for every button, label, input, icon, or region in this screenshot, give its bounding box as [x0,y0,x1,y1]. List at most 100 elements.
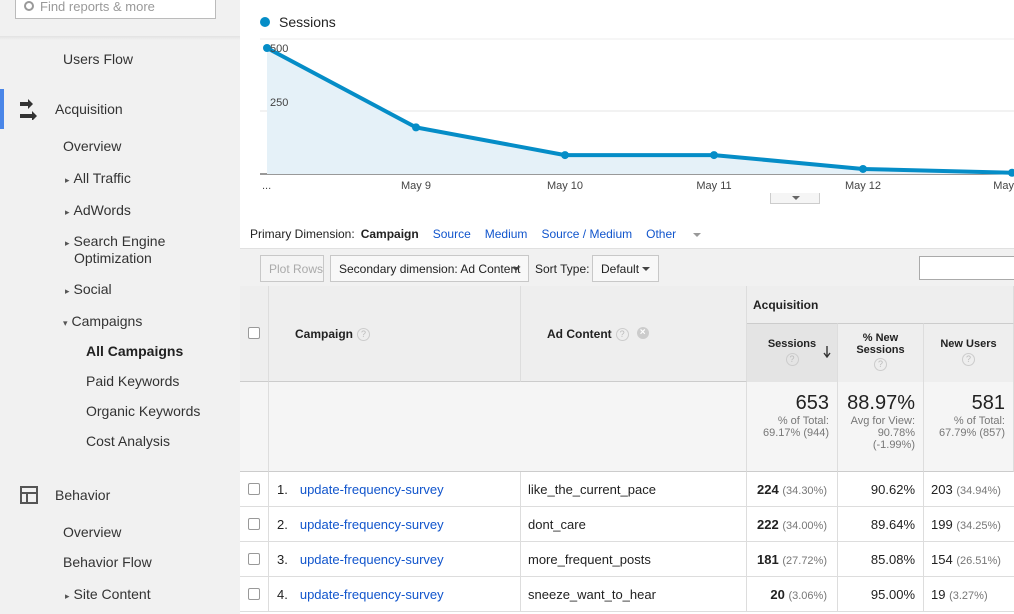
new-users-value: 154 [931,552,953,567]
sidebar-item-label: Optimization [74,250,152,266]
new-users-percent: (34.94%) [956,485,1001,497]
secondary-dimension-select[interactable]: Secondary dimension: Ad Content [330,255,529,282]
totals-spacer [240,382,269,472]
sidebar: Find reports & more Users Flow Acquisiti… [0,0,240,614]
search-input[interactable]: Find reports & more [15,0,216,19]
campaign-column-header[interactable]: Campaign? [269,286,521,382]
sidebar-item-label: Campaigns [71,313,143,329]
dimension-other[interactable]: Other [646,227,715,241]
acquisition-group-header: Acquisition [747,286,1014,323]
sessions-column-header[interactable]: Sessions? [747,323,838,382]
sidebar-item-paid-keywords[interactable]: Paid Keywords [86,373,179,389]
sidebar-item-organic-keywords[interactable]: Organic Keywords [86,403,200,419]
new-sessions-value: 90.62% [838,472,924,506]
row-checkbox[interactable] [248,553,260,565]
row-checkbox[interactable] [248,588,260,600]
sidebar-item-beh-overview[interactable]: Overview [63,524,121,540]
totals-spacer [269,382,747,472]
help-icon[interactable]: ? [962,353,975,366]
behavior-icon [20,486,38,504]
column-label: New Users [940,338,997,350]
campaign-link[interactable]: update-frequency-survey [300,552,444,567]
chart-collapse-toggle[interactable] [770,193,820,204]
dimension-medium[interactable]: Medium [485,227,528,241]
table-toolbar: Plot Rows Secondary dimension: Ad Conten… [240,248,1014,286]
data-point [412,123,420,132]
y-tick-label: 250 [270,97,288,109]
sessions-chart[interactable]: 500 250... May 9 May 10 May 11 May 12 May [240,30,1014,195]
ad-content-cell: sneeze_want_to_hear [521,577,747,611]
chevron-down-icon [642,267,650,271]
table-row: 4. update-frequency-survey sneeze_want_to… [240,577,1014,612]
sidebar-item-cost-analysis[interactable]: Cost Analysis [86,433,170,449]
new-users-column-header[interactable]: New Users? [924,323,1014,382]
data-point [859,164,867,173]
caret-right-icon: ▸ [65,207,70,217]
sort-type-select[interactable]: Default [592,255,659,282]
column-label: % New Sessions [856,332,905,356]
dimension-source[interactable]: Source [433,227,471,241]
sidebar-item-label: Social [73,281,112,297]
ad-content-column-header[interactable]: Ad Content? × [521,286,747,382]
new-users-percent: (3.27%) [949,590,988,602]
help-icon[interactable]: ? [615,328,629,342]
sessions-value: 181 [757,552,779,567]
total-new-users-caption: 67.79% (857) [938,427,1005,439]
sidebar-item-adwords[interactable]: ▸ AdWords [65,202,131,218]
data-point [561,151,569,160]
campaign-link[interactable]: update-frequency-survey [300,517,444,532]
chart-legend: Sessions [260,14,336,30]
acquisition-icon [20,99,37,120]
total-new-users-caption: % of Total: [953,415,1005,427]
caret-down-icon: ▾ [63,318,68,328]
new-users-value: 199 [931,517,953,532]
remove-dimension-icon[interactable]: × [636,327,649,339]
sidebar-item-users-flow[interactable]: Users Flow [63,51,133,67]
help-icon[interactable]: ? [357,328,371,342]
sidebar-item-behavior-flow[interactable]: Behavior Flow [63,554,152,570]
sidebar-divider [0,36,240,40]
sidebar-item-campaigns[interactable]: ▾ Campaigns [63,313,142,329]
help-icon[interactable]: ? [785,353,799,366]
ad-content-cell: dont_care [521,507,747,541]
legend-label: Sessions [279,14,336,30]
primary-dimension-bar: Primary Dimension: Campaign Source Medium So… [250,227,715,241]
ad-content-cell: like_the_current_pace [521,472,747,506]
active-indicator [0,89,4,129]
row-checkbox[interactable] [248,518,260,530]
sidebar-item-all-traffic[interactable]: ▸ All Traffic [65,170,131,186]
campaign-link[interactable]: update-frequency-survey [300,587,444,602]
total-sessions-value: 653 [795,392,829,414]
sidebar-item-seo[interactable]: ▸ Search Engine Optimization [65,234,165,266]
dimension-source-medium[interactable]: Source / Medium [541,227,632,241]
new-sessions-column-header[interactable]: % New Sessions? [838,323,924,382]
search-icon [24,1,34,11]
total-new-users: 581 % of Total: 67.79% (857) [924,382,1014,472]
total-new-sessions-caption: Avg for View: [850,415,915,427]
sort-descending-icon [823,346,831,358]
chevron-down-icon [512,267,520,271]
primary-dimension-label: Primary Dimension: [250,227,355,241]
x-tick-label: May 12 [845,180,881,192]
sidebar-item-all-campaigns[interactable]: All Campaigns [86,343,183,359]
sidebar-item-label: Site Content [73,586,151,602]
sidebar-item-acq-overview[interactable]: Overview [63,138,121,154]
campaign-link[interactable]: update-frequency-survey [300,482,444,497]
sidebar-item-social[interactable]: ▸ Social [65,281,112,297]
help-icon[interactable]: ? [874,358,887,371]
total-sessions-caption: % of Total: [777,415,829,427]
sidebar-item-acquisition[interactable]: Acquisition [55,101,123,117]
new-sessions-value: 95.00% [838,577,924,611]
dimension-campaign[interactable]: Campaign [361,227,419,241]
caret-right-icon: ▸ [65,591,70,601]
main-content: Sessions 500 250... May 9 May 10 May 11 May 1… [240,0,1014,614]
plot-rows-button[interactable]: Plot Rows [260,255,324,282]
row-checkbox[interactable] [248,483,260,495]
sidebar-item-behavior[interactable]: Behavior [55,487,110,503]
total-new-sessions-caption: 90.78% [877,427,915,439]
select-all-checkbox[interactable] [248,327,260,339]
sidebar-item-site-content[interactable]: ▸ Site Content [65,586,151,602]
sessions-value: 222 [757,517,779,532]
total-sessions-caption: 69.17% (944) [762,427,829,439]
table-filter-input[interactable] [919,256,1014,280]
